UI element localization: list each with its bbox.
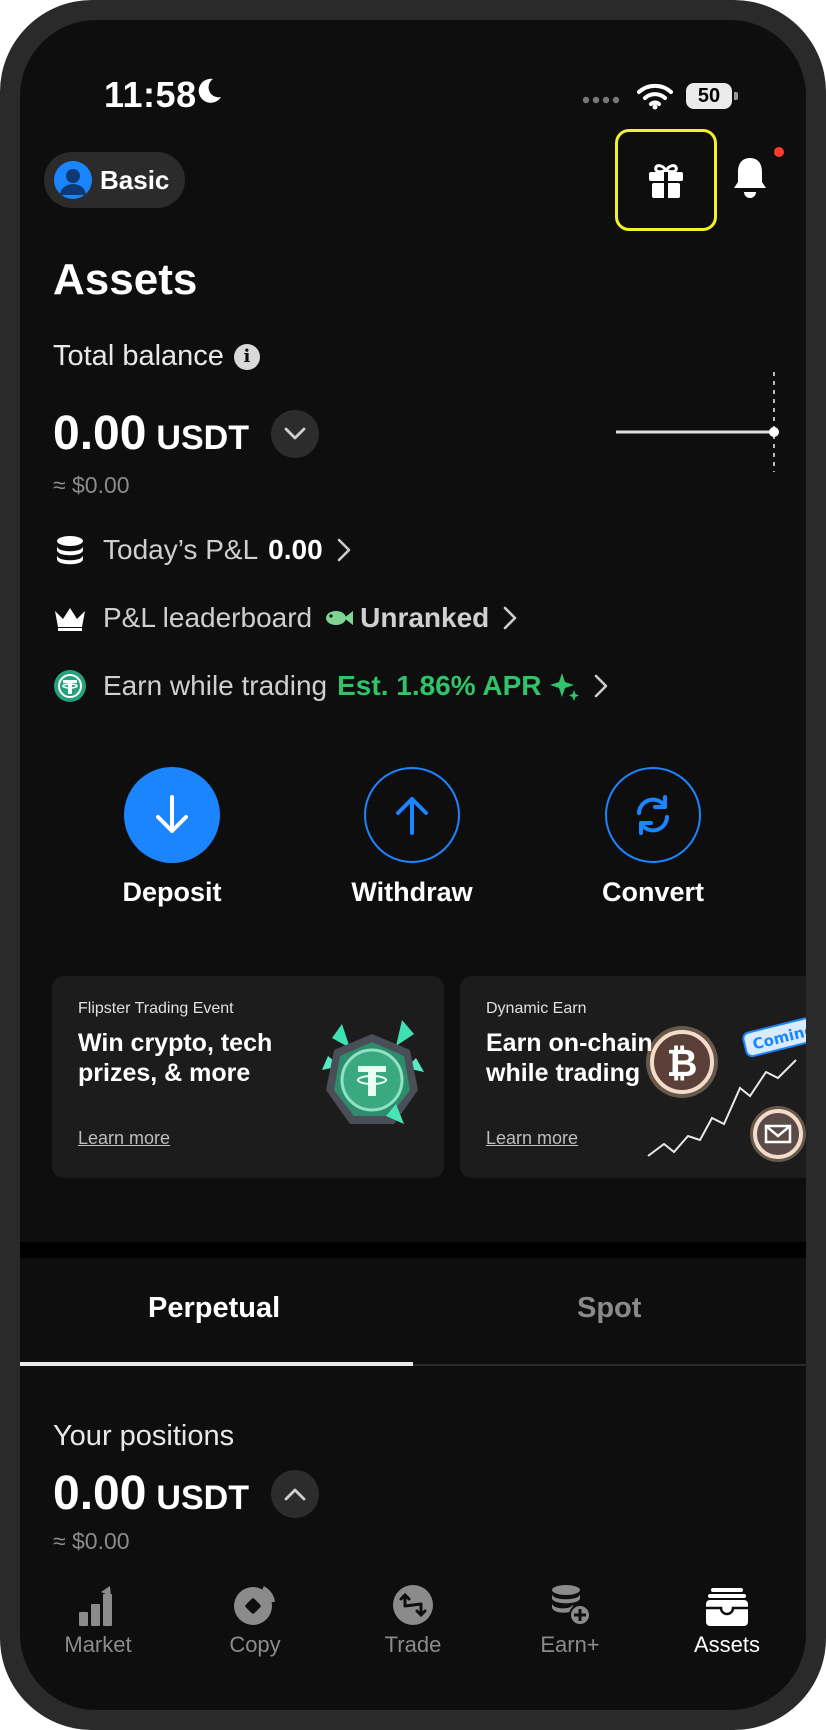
app-screen: 11:58 50 Basic Assets Total balance i 0.… <box>20 20 806 1710</box>
battery-level: 50 <box>686 83 732 109</box>
pnl-leaderboard-row[interactable]: P&L leaderboard Unranked <box>53 601 517 635</box>
promo-card-trading-event[interactable]: Flipster Trading Event Win crypto, tech … <box>52 976 444 1178</box>
nav-trade[interactable]: Trade <box>353 1584 473 1658</box>
page-title: Assets <box>53 255 198 304</box>
fish-icon <box>326 611 354 625</box>
earn-apr: Est. 1.86% APR <box>337 670 542 701</box>
chevron-right-icon <box>337 538 350 562</box>
total-balance-value: 0.00 USDT <box>53 406 319 461</box>
signal-dots-icon <box>582 96 620 104</box>
tether-icon <box>53 669 87 703</box>
todays-pnl-label: Today’s P&L <box>103 534 259 565</box>
deposit-button[interactable]: Deposit <box>102 767 242 908</box>
chevron-right-icon <box>503 606 517 630</box>
promo-title: Earn on-chain while trading <box>486 1028 653 1088</box>
promo-title: Win crypto, tech prizes, & more <box>78 1028 272 1088</box>
tether-badge-illustration <box>322 1020 424 1124</box>
todays-pnl-row[interactable]: Today’s P&L 0.00 <box>53 533 351 567</box>
earn-icon <box>552 1585 591 1626</box>
withdraw-circle <box>364 767 460 863</box>
refresh-icon <box>637 795 669 835</box>
withdraw-button[interactable]: Withdraw <box>342 767 482 908</box>
convert-circle <box>605 767 701 863</box>
withdraw-label: Withdraw <box>351 877 473 907</box>
promo-subtitle: Flipster Trading Event <box>78 1000 234 1017</box>
avatar-icon <box>54 161 92 199</box>
bitcoin-chart-illustration: ₿ Coming <box>646 1017 806 1162</box>
wifi-icon <box>637 83 673 110</box>
nav-market[interactable]: Market <box>38 1584 158 1658</box>
total-balance-label: Total balance i <box>53 340 260 373</box>
nav-market-label: Market <box>64 1632 132 1657</box>
trade-icon <box>393 1585 433 1625</box>
nav-earn-label: Earn+ <box>540 1632 600 1657</box>
nav-copy[interactable]: Copy <box>195 1584 315 1658</box>
nav-earn[interactable]: Earn+ <box>510 1584 630 1658</box>
promo-card-dynamic-earn[interactable]: Dynamic Earn Earn on-chain while trading… <box>460 976 806 1178</box>
nav-assets[interactable]: Assets <box>667 1584 787 1658</box>
promo-title-line: Win crypto, tech <box>78 1029 273 1057</box>
copy-icon <box>234 1586 275 1625</box>
leaderboard-label: P&L leaderboard <box>103 602 313 633</box>
currency-dropdown-button[interactable] <box>270 409 319 458</box>
sparkle-icon <box>549 673 579 701</box>
balance-approx: ≈ $0.00 <box>53 472 130 498</box>
tab-perpetual[interactable]: Perpetual <box>148 1292 280 1325</box>
promo-subtitle: Dynamic Earn <box>486 1000 587 1017</box>
market-icon <box>79 1586 112 1626</box>
positions-approx: ≈ $0.00 <box>53 1528 130 1554</box>
positions-collapse-button[interactable] <box>270 1469 319 1518</box>
moon-icon <box>198 78 221 103</box>
earn-label: Earn while trading <box>103 670 328 701</box>
positions-amount: 0.00 <box>53 1467 147 1520</box>
balance-sparkline <box>616 372 779 472</box>
total-balance-text: Total balance <box>53 340 224 372</box>
battery-indicator: 50 <box>686 83 738 109</box>
balance-currency: USDT <box>156 419 249 457</box>
coins-stack-icon <box>53 533 87 567</box>
chevron-up-icon <box>284 1488 306 1500</box>
promo-title-line: while trading <box>486 1059 641 1087</box>
chevron-down-icon <box>284 427 306 439</box>
nav-copy-label: Copy <box>229 1632 281 1657</box>
positions-currency: USDT <box>156 1479 249 1517</box>
convert-button[interactable]: Convert <box>583 767 723 908</box>
notification-badge <box>774 147 784 157</box>
todays-pnl-value: 0.00 <box>268 534 323 565</box>
info-icon[interactable]: i <box>233 343 260 370</box>
nav-assets-label: Assets <box>693 1632 761 1657</box>
earn-while-trading-row[interactable]: Earn while trading Est. 1.86% APR <box>53 669 608 703</box>
promo-title-line: prizes, & more <box>78 1059 251 1087</box>
arrow-up-icon <box>396 797 428 835</box>
deposit-label: Deposit <box>122 877 222 907</box>
wallet-icon <box>706 1588 748 1626</box>
arrow-down-icon <box>156 795 188 833</box>
balance-amount: 0.00 <box>53 407 147 460</box>
promo-title-line: Earn on-chain <box>486 1029 653 1057</box>
gift-icon <box>649 164 683 198</box>
active-tab-indicator <box>20 1362 413 1366</box>
deposit-circle <box>124 767 220 863</box>
crown-icon <box>53 601 87 635</box>
learn-more-link[interactable]: Learn more <box>486 1128 578 1149</box>
section-divider <box>20 1242 806 1258</box>
convert-label: Convert <box>601 877 704 907</box>
account-tier-button[interactable]: Basic <box>44 152 186 208</box>
account-tier-label: Basic <box>100 164 170 195</box>
chevron-right-icon <box>594 674 607 698</box>
notifications-bell-icon[interactable] <box>731 155 769 199</box>
rewards-gift-button[interactable] <box>615 129 717 231</box>
device-frame: 11:58 50 Basic Assets Total balance i 0.… <box>0 0 826 1730</box>
tab-spot[interactable]: Spot <box>577 1292 641 1325</box>
positions-label: Your positions <box>53 1420 235 1452</box>
learn-more-link[interactable]: Learn more <box>78 1128 170 1149</box>
leaderboard-rank: Unranked <box>360 602 490 633</box>
svg-text:₿: ₿ <box>667 1041 698 1085</box>
nav-trade-label: Trade <box>384 1632 442 1657</box>
status-time: 11:58 <box>104 74 197 115</box>
positions-value: 0.00 USDT <box>53 1466 319 1521</box>
